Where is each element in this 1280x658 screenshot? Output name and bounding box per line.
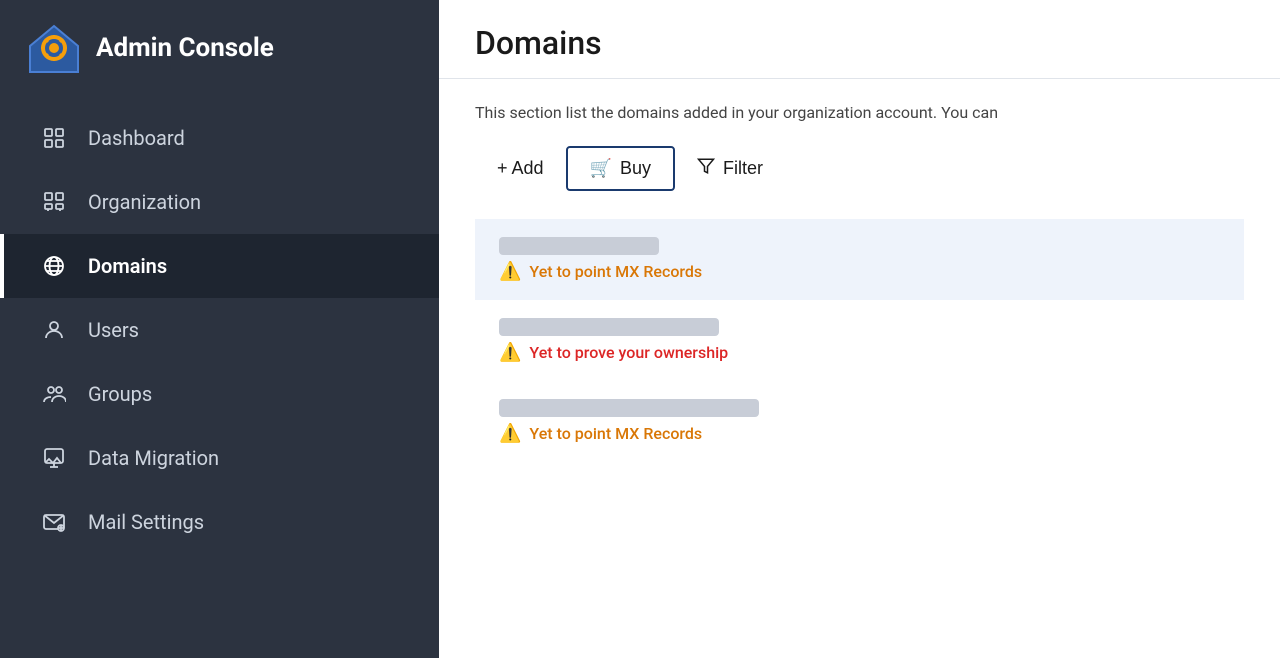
buy-button-label: Buy — [620, 158, 651, 179]
status-text: Yet to prove your ownership — [529, 343, 728, 362]
filter-button[interactable]: Filter — [675, 147, 785, 190]
domain-item[interactable]: ⚠️ Yet to prove your ownership — [475, 300, 1244, 381]
domain-status-1: ⚠️ Yet to point MX Records — [499, 261, 1220, 282]
domain-item[interactable]: ⚠️ Yet to point MX Records — [475, 219, 1244, 300]
warning-icon: ⚠️ — [499, 423, 521, 444]
sidebar-item-label: Groups — [88, 382, 152, 406]
domain-name-2 — [499, 318, 719, 336]
status-text: Yet to point MX Records — [529, 262, 702, 281]
add-button[interactable]: + Add — [475, 148, 566, 189]
app-title: Admin Console — [96, 33, 274, 63]
main-header: Domains — [439, 0, 1280, 79]
domain-status-2: ⚠️ Yet to prove your ownership — [499, 342, 1220, 363]
sidebar-header: Admin Console — [0, 0, 439, 96]
logo-icon — [28, 22, 80, 74]
page-title: Domains — [475, 24, 1244, 62]
add-button-label: + Add — [497, 158, 544, 179]
sidebar-item-label: Domains — [88, 254, 167, 278]
organization-icon — [40, 188, 68, 216]
sidebar-item-groups[interactable]: Groups — [0, 362, 439, 426]
sidebar-item-data-migration[interactable]: Data Migration — [0, 426, 439, 490]
sidebar-item-label: Users — [88, 318, 139, 342]
users-icon — [40, 316, 68, 344]
sidebar: Admin Console Dashboard — [0, 0, 439, 658]
mail-settings-icon — [40, 508, 68, 536]
groups-icon — [40, 380, 68, 408]
domain-name-3 — [499, 399, 759, 417]
toolbar: + Add 🛒 Buy Filter — [475, 146, 1244, 191]
warning-icon: ⚠️ — [499, 261, 521, 282]
domain-status-3: ⚠️ Yet to point MX Records — [499, 423, 1220, 444]
sidebar-item-dashboard[interactable]: Dashboard — [0, 106, 439, 170]
data-migration-icon — [40, 444, 68, 472]
sidebar-item-mail-settings[interactable]: Mail Settings — [0, 490, 439, 554]
dashboard-icon — [40, 124, 68, 152]
main-body: This section list the domains added in y… — [439, 79, 1280, 658]
sidebar-item-label: Data Migration — [88, 446, 219, 470]
warning-icon: ⚠️ — [499, 342, 521, 363]
buy-button[interactable]: 🛒 Buy — [566, 146, 675, 191]
sidebar-item-domains[interactable]: Domains — [0, 234, 439, 298]
domains-icon — [40, 252, 68, 280]
main-content: Domains This section list the domains ad… — [439, 0, 1280, 658]
sidebar-item-organization[interactable]: Organization — [0, 170, 439, 234]
sidebar-item-users[interactable]: Users — [0, 298, 439, 362]
domain-name-1 — [499, 237, 659, 255]
status-text: Yet to point MX Records — [529, 424, 702, 443]
sidebar-nav: Dashboard Organization — [0, 96, 439, 658]
filter-icon — [697, 157, 715, 180]
sidebar-item-label: Dashboard — [88, 126, 185, 150]
domain-item[interactable]: ⚠️ Yet to point MX Records — [475, 381, 1244, 462]
sidebar-item-label: Mail Settings — [88, 510, 204, 534]
cart-icon: 🛒 — [590, 158, 612, 179]
domain-list: ⚠️ Yet to point MX Records ⚠️ Yet to pro… — [475, 219, 1244, 462]
filter-button-label: Filter — [723, 158, 763, 179]
sidebar-item-label: Organization — [88, 190, 201, 214]
description-text: This section list the domains added in y… — [475, 103, 1244, 122]
